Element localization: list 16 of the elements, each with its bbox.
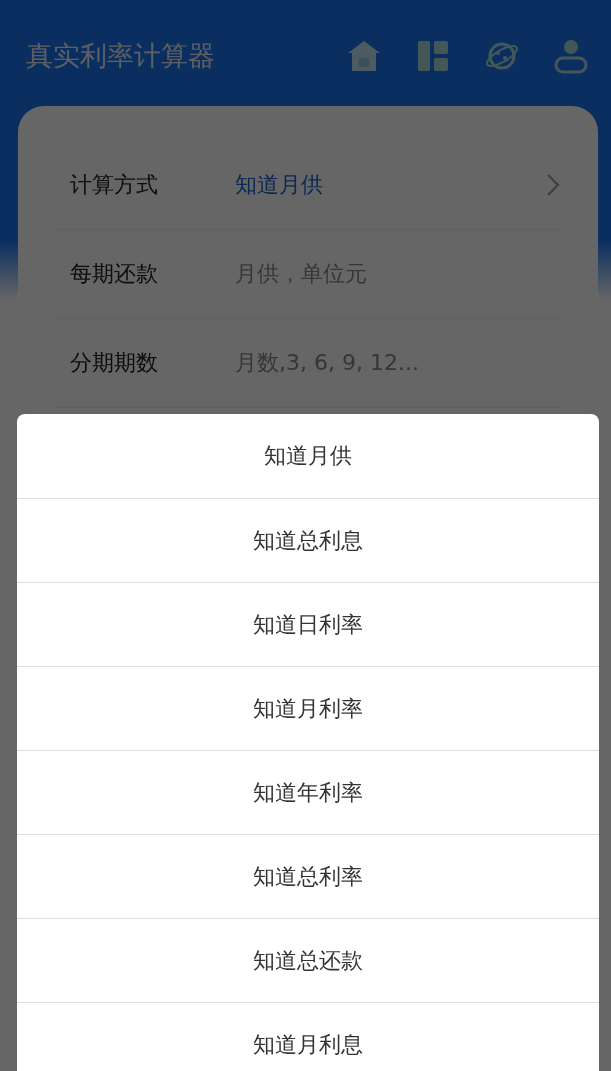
- field-label: 每期还款: [70, 260, 159, 288]
- field-label: 计算方式: [70, 171, 159, 199]
- sheet-option[interactable]: 知道年利率: [17, 751, 599, 835]
- sheet-option[interactable]: 知道月利息: [17, 1003, 599, 1071]
- home-icon[interactable]: [346, 38, 382, 74]
- app-title: 真实利率计算器: [26, 39, 216, 73]
- user-icon[interactable]: [553, 38, 589, 74]
- sheet-option[interactable]: 知道总还款: [17, 919, 599, 1003]
- field-label: 分期期数: [70, 349, 159, 377]
- grid-icon[interactable]: [415, 38, 451, 74]
- sheet-option[interactable]: 知道总利息: [17, 499, 599, 583]
- sheet-option[interactable]: 知道总利率: [17, 835, 599, 919]
- sheet-option[interactable]: 知道月供: [17, 414, 599, 499]
- chevron-icon: [546, 173, 560, 197]
- sheet-option[interactable]: 知道日利率: [17, 583, 599, 667]
- sheet-option[interactable]: 知道月利率: [17, 667, 599, 751]
